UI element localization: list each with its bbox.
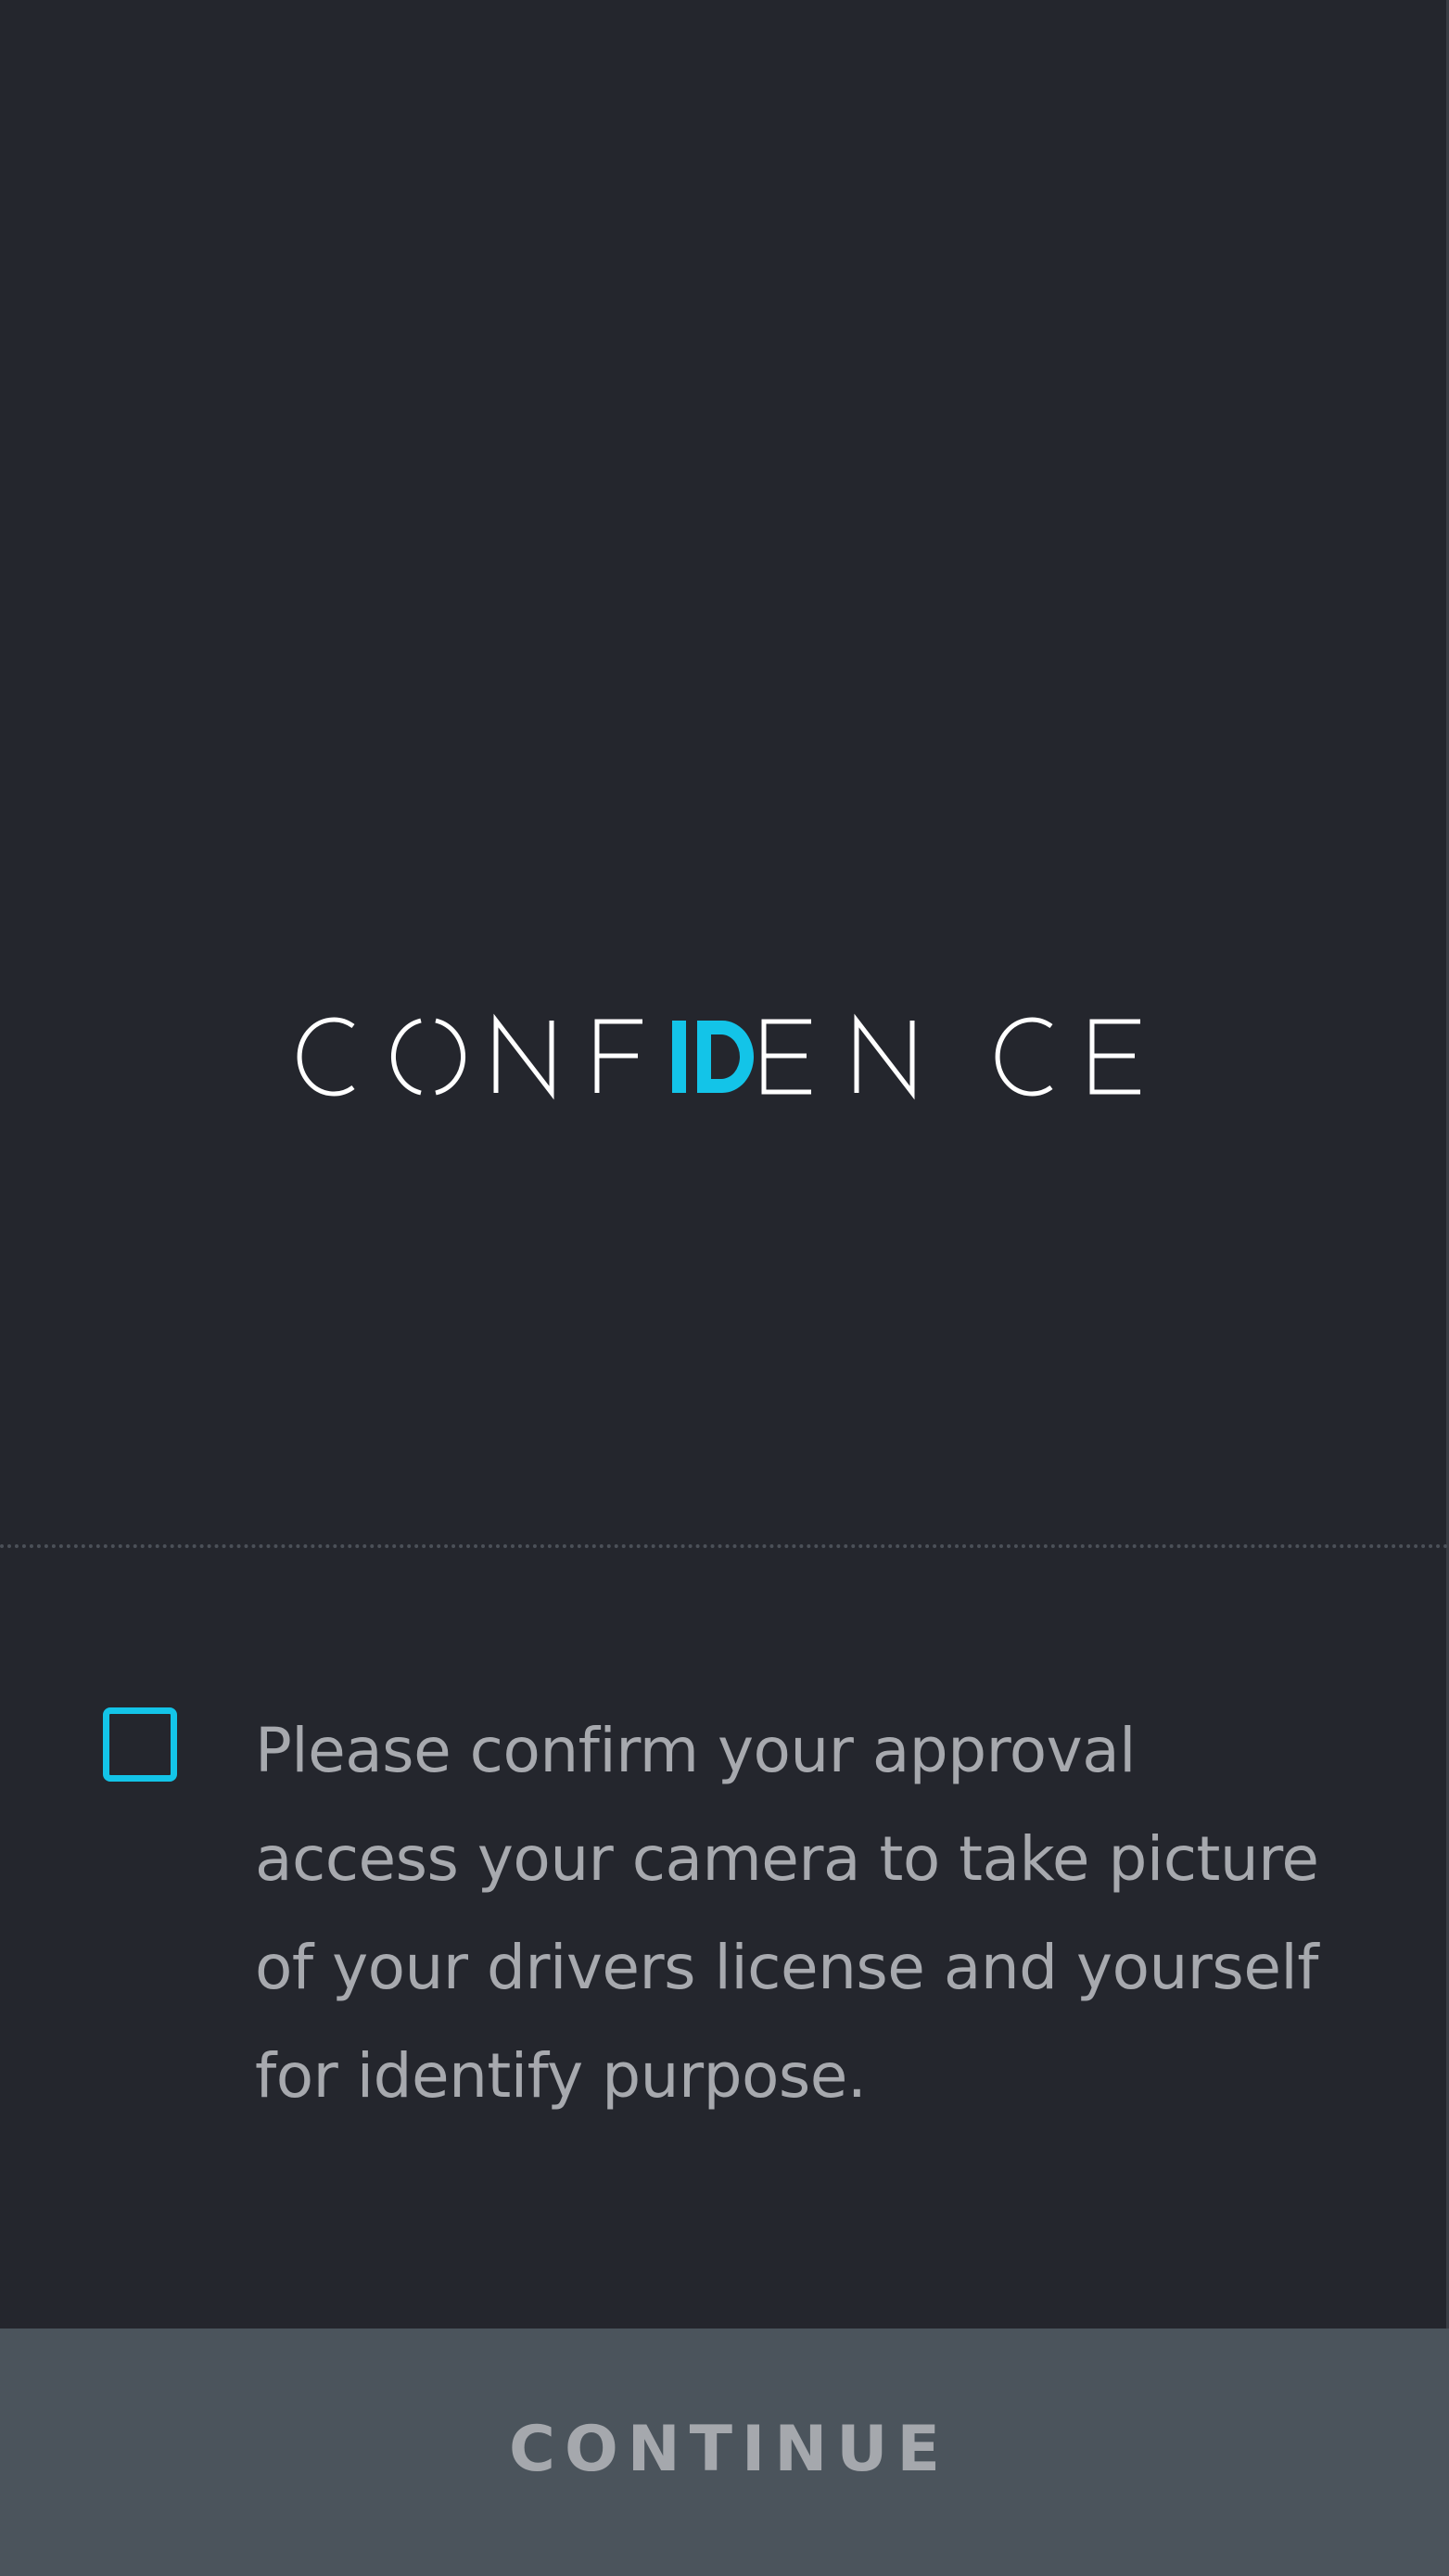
continue-button-label: CONTINUE	[509, 2413, 949, 2486]
consent-checkbox[interactable]	[103, 1707, 177, 1782]
confidence-logo	[287, 1010, 1140, 1103]
logo-wordmark	[297, 1013, 1140, 1100]
consent-text: Please confirm your approval access your…	[255, 1715, 1319, 2112]
continue-button[interactable]: CONTINUE	[0, 2329, 1449, 2576]
section-divider	[0, 1544, 1449, 1548]
